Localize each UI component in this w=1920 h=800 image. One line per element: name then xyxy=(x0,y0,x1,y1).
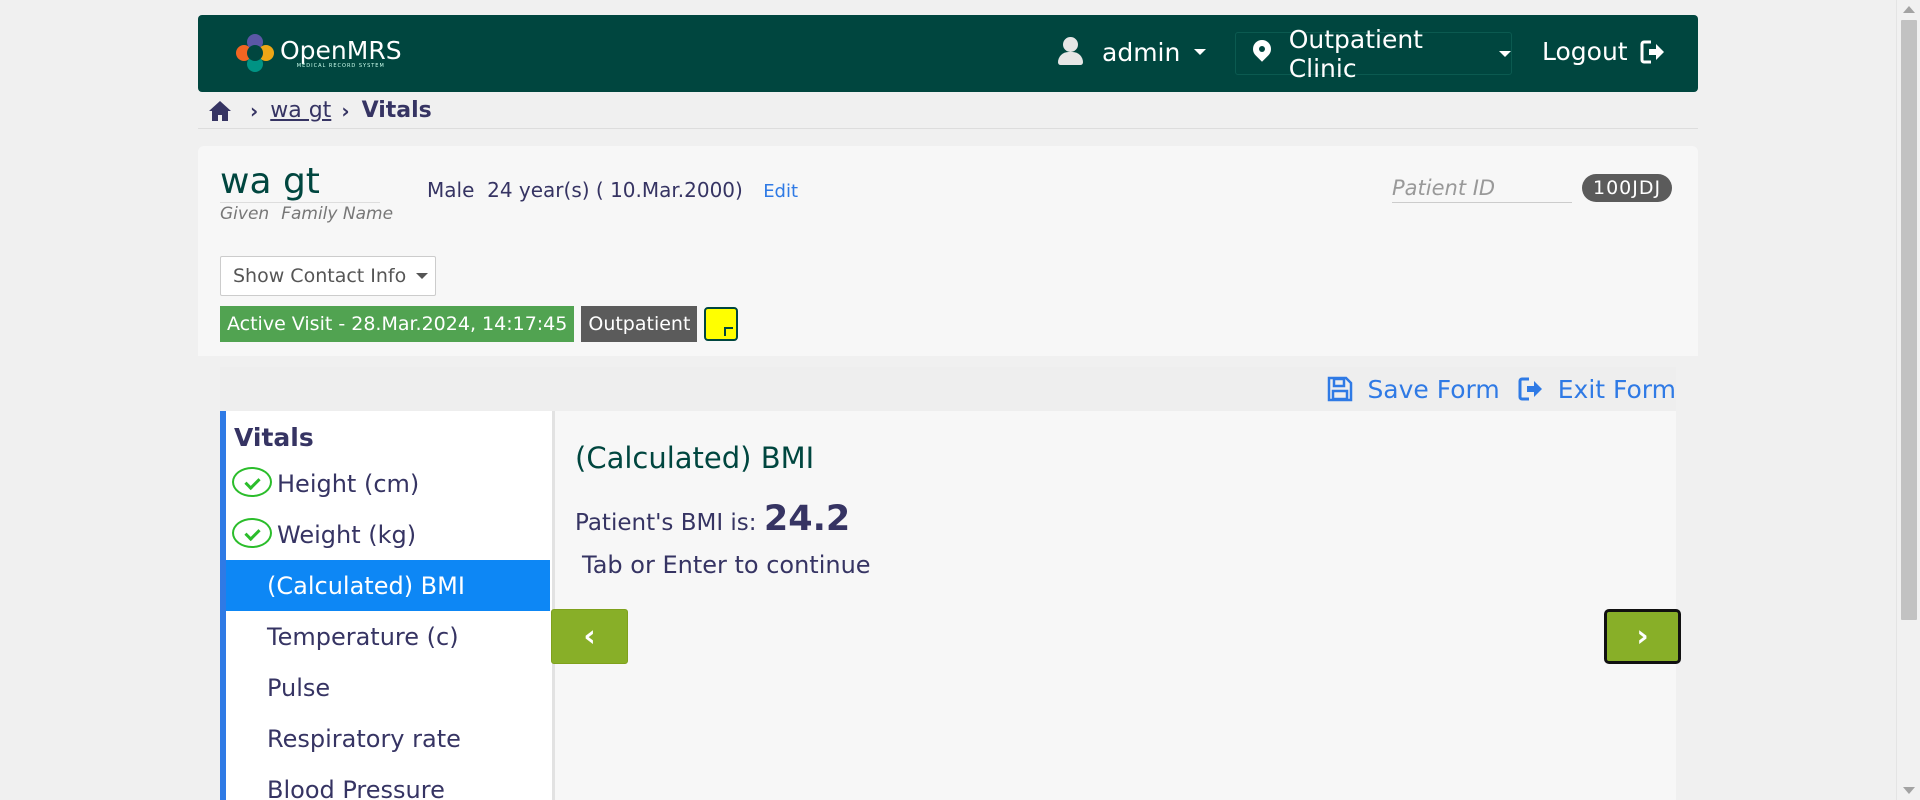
chevron-down-icon xyxy=(1499,50,1511,57)
nav-item-temperature[interactable]: Temperature (c) xyxy=(226,611,550,662)
vitals-form: Save Form Exit Form Vitals Height (cm) W… xyxy=(220,367,1681,800)
sign-out-icon xyxy=(1518,377,1542,401)
nav-item-weight[interactable]: Weight (kg) xyxy=(226,509,550,560)
user-menu[interactable]: admin xyxy=(1058,37,1207,67)
nav-item-label: Blood Pressure xyxy=(267,775,445,800)
question-title: (Calculated) BMI xyxy=(575,441,815,475)
save-form-label: Save Form xyxy=(1367,374,1500,404)
home-icon[interactable] xyxy=(208,100,232,122)
chevron-down-icon xyxy=(1194,49,1207,55)
chevron-right-icon: › xyxy=(250,98,259,123)
nav-item-pulse[interactable]: Pulse xyxy=(226,662,550,713)
top-header: OpenMRS MEDICAL RECORD SYSTEM admin Outp… xyxy=(198,15,1698,92)
save-form-button[interactable]: Save Form xyxy=(1327,374,1500,404)
nav-item-label: Respiratory rate xyxy=(267,724,461,753)
logout-label: Logout xyxy=(1542,37,1628,66)
nav-item-label: (Calculated) BMI xyxy=(267,571,465,600)
breadcrumb-current: Vitals xyxy=(361,98,432,123)
sign-out-icon xyxy=(1640,40,1664,63)
nav-item-label: Height (cm) xyxy=(277,469,420,498)
nav-item-blood-pressure[interactable]: Blood Pressure xyxy=(226,764,550,800)
location-label: Outpatient Clinic xyxy=(1288,24,1423,83)
page-container: OpenMRS MEDICAL RECORD SYSTEM admin Outp… xyxy=(198,15,1698,800)
nav-item-label: Weight (kg) xyxy=(277,520,417,549)
nav-item-bmi[interactable]: (Calculated) BMI xyxy=(226,560,550,611)
check-circle-icon xyxy=(232,518,272,548)
breadcrumb: › wa gt › Vitals xyxy=(198,93,1698,129)
question-panel: (Calculated) BMI Patient's BMI is: 24.2 … xyxy=(551,411,1681,800)
exit-form-label: Exit Form xyxy=(1557,374,1676,404)
save-icon xyxy=(1328,376,1353,402)
patient-demographics: Male 24 year(s) ( 10.Mar.2000) Edit xyxy=(427,178,798,202)
nav-item-height[interactable]: Height (cm) xyxy=(226,458,550,509)
chevron-right-icon: › xyxy=(341,98,350,123)
nav-section-title: Vitals xyxy=(234,423,314,452)
patient-gender: Male xyxy=(427,178,475,202)
scroll-down-arrow-icon[interactable] xyxy=(1903,787,1915,794)
user-icon xyxy=(1058,37,1084,67)
user-label: admin xyxy=(1102,37,1181,67)
vertical-scrollbar[interactable] xyxy=(1896,0,1920,800)
previous-button[interactable]: ‹ xyxy=(551,609,628,664)
sticky-note-icon[interactable] xyxy=(704,307,739,341)
active-visit-badge[interactable]: Active Visit - 28.Mar.2024, 14:17:45 xyxy=(220,306,575,342)
logout-button[interactable]: Logout xyxy=(1542,37,1666,66)
patient-name: wa gt xyxy=(220,162,380,203)
bmi-value: 24.2 xyxy=(763,499,851,539)
logo-title: OpenMRS xyxy=(280,35,402,65)
chevron-left-icon: ‹ xyxy=(583,619,596,654)
scroll-up-arrow-icon[interactable] xyxy=(1903,6,1915,13)
logo-subtitle: MEDICAL RECORD SYSTEM xyxy=(296,62,385,69)
continue-hint: Tab or Enter to continue xyxy=(582,551,871,579)
edit-link[interactable]: Edit xyxy=(763,181,798,202)
patient-id-badge: 100JDJ xyxy=(1582,174,1673,202)
nav-item-label: Temperature (c) xyxy=(267,622,459,651)
bmi-prefix: Patient's BMI is: xyxy=(575,510,757,536)
chevron-down-icon xyxy=(416,273,429,279)
location-selector[interactable]: Outpatient Clinic xyxy=(1235,25,1512,83)
bmi-result: Patient's BMI is: 24.2 xyxy=(575,499,850,539)
check-circle-icon xyxy=(232,467,272,497)
contact-button-label: Show Contact Info xyxy=(233,265,407,287)
show-contact-info-button[interactable]: Show Contact Info xyxy=(220,256,436,296)
nav-item-respiratory-rate[interactable]: Respiratory rate xyxy=(226,713,550,764)
patient-id-label: Patient ID xyxy=(1392,176,1572,203)
map-pin-icon xyxy=(1249,35,1275,68)
form-section-nav: Vitals Height (cm) Weight (kg) (Calculat… xyxy=(220,411,550,800)
patient-age: 24 year(s) ( 10.Mar.2000) xyxy=(487,178,743,202)
openmrs-logo[interactable]: OpenMRS MEDICAL RECORD SYSTEM xyxy=(236,34,402,72)
scroll-thumb[interactable] xyxy=(1901,20,1917,620)
breadcrumb-patient-link[interactable]: wa gt xyxy=(270,98,331,123)
visit-type-badge: Outpatient xyxy=(581,306,698,342)
next-button[interactable]: › xyxy=(1604,609,1681,664)
chevron-right-icon: › xyxy=(1636,619,1649,654)
given-name-label: Given xyxy=(220,204,270,224)
form-toolbar: Save Form Exit Form xyxy=(220,367,1676,411)
nav-item-label: Pulse xyxy=(267,673,331,702)
exit-form-button[interactable]: Exit Form xyxy=(1518,375,1676,404)
patient-header: wa gt Given Family Name Male 24 year(s) (… xyxy=(198,146,1698,356)
family-name-label: Family Name xyxy=(281,204,394,224)
logo-icon xyxy=(236,34,274,72)
